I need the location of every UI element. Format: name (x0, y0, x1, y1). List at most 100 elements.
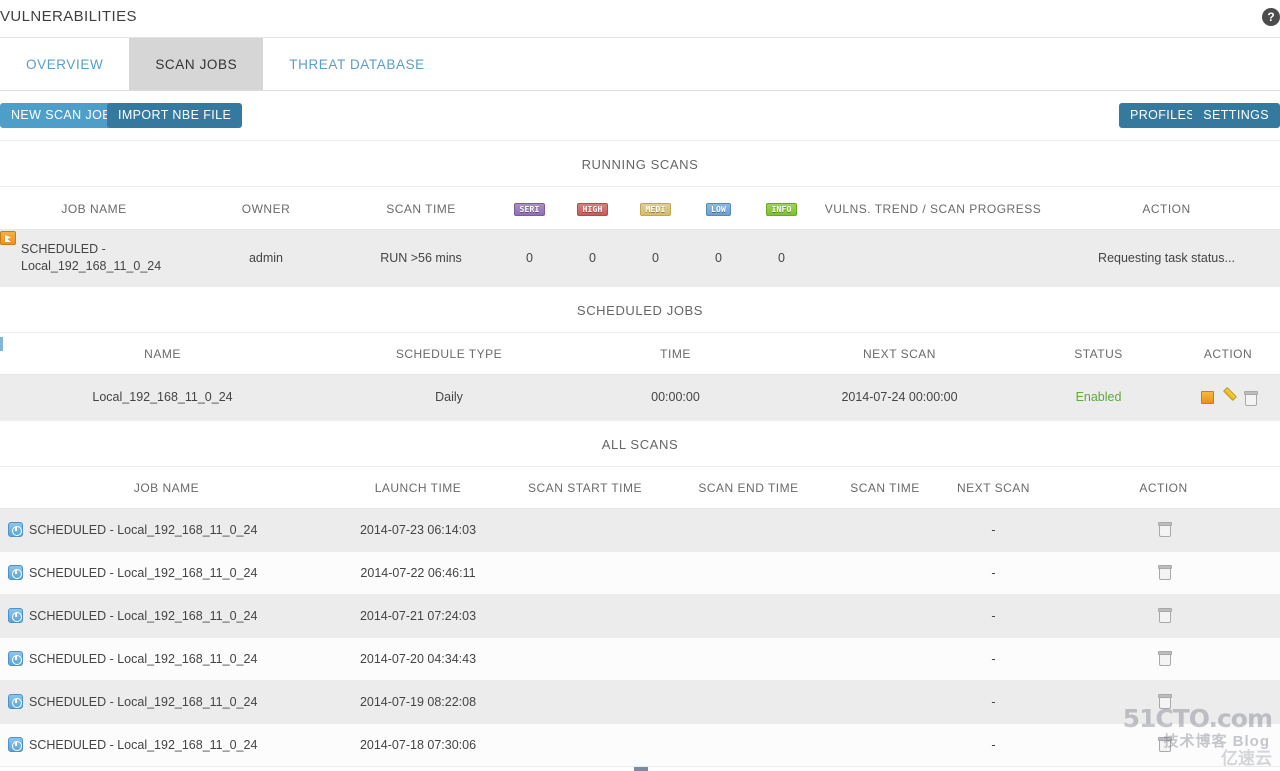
all-scan-start-time (503, 551, 667, 595)
all-scan-next-scan: - (940, 637, 1047, 681)
import-nbe-file-button[interactable]: IMPORT NBE FILE (107, 103, 243, 128)
all-scan-start-time (503, 594, 667, 638)
all-scan-action (1047, 508, 1280, 552)
tab-overview[interactable]: OVERVIEW (0, 38, 129, 90)
all-scan-next-scan: - (940, 508, 1047, 552)
all-scan-end-time (667, 508, 830, 552)
all-scan-end-time (667, 551, 830, 595)
clock-icon (8, 608, 23, 624)
all-scan-job-name-cell: SCHEDULED - Local_192_168_11_0_24 (0, 637, 333, 681)
running-count-medium: 0 (624, 229, 687, 287)
col-scan-time: SCAN TIME (344, 187, 498, 230)
running-action-status: Requesting task status... (1053, 229, 1280, 287)
table-row[interactable]: SCHEDULED - Local_192_168_11_0_24 admin … (0, 229, 1280, 287)
all-scan-job-name: SCHEDULED - Local_192_168_11_0_24 (29, 738, 258, 753)
scheduled-jobs-title: SCHEDULED JOBS (0, 286, 1280, 333)
tab-scan-jobs[interactable]: SCAN JOBS (129, 38, 264, 90)
all-scan-scan-time (830, 723, 940, 767)
scheduled-type: Daily (325, 374, 573, 421)
table-row[interactable]: SCHEDULED - Local_192_168_11_0_24 2014-0… (0, 508, 1280, 552)
all-scans-table: JOB NAME LAUNCH TIME SCAN START TIME SCA… (0, 466, 1280, 767)
col-action: ACTION (1053, 187, 1280, 230)
all-scan-end-time (667, 594, 830, 638)
all-scan-launch-time: 2014-07-22 06:46:11 (333, 551, 503, 595)
running-count-high: 0 (561, 229, 624, 287)
all-scan-launch-time: 2014-07-20 04:34:43 (333, 637, 503, 681)
all-scan-scan-time (830, 680, 940, 724)
table-row[interactable]: Local_192_168_11_0_24 Daily 00:00:00 201… (0, 374, 1280, 421)
running-count-serious: 0 (498, 229, 561, 287)
trash-icon[interactable] (1157, 564, 1172, 581)
help-question-icon[interactable]: ? (1262, 8, 1280, 26)
clock-icon (8, 651, 23, 667)
trash-icon[interactable] (1157, 607, 1172, 624)
table-header-row: NAME SCHEDULE TYPE TIME NEXT SCAN STATUS… (0, 332, 1280, 375)
table-row[interactable]: SCHEDULED - Local_192_168_11_0_24 2014-0… (0, 723, 1280, 767)
page-root: VULNERABILITIES ? OVERVIEW SCAN JOBS THR… (0, 0, 1280, 771)
all-scan-action (1047, 723, 1280, 767)
tab-threat-database[interactable]: THREAT DATABASE (263, 38, 451, 90)
col-owner: OWNER (188, 187, 344, 230)
col-severity-info: INFO (750, 187, 813, 230)
trash-icon[interactable] (1157, 693, 1172, 710)
running-count-info: 0 (750, 229, 813, 287)
trash-icon[interactable] (1157, 521, 1172, 538)
scheduled-time: 00:00:00 (573, 374, 778, 421)
running-owner: admin (188, 229, 344, 287)
severity-serious-badge: SERI (514, 203, 545, 216)
table-header-row: JOB NAME LAUNCH TIME SCAN START TIME SCA… (0, 466, 1280, 509)
running-scans-table: JOB NAME OWNER SCAN TIME SERI HIGH MEDI … (0, 187, 1280, 287)
all-scan-action (1047, 680, 1280, 724)
running-scan-time: RUN >56 mins (344, 229, 498, 287)
all-scan-scan-time (830, 637, 940, 681)
all-scan-action (1047, 594, 1280, 638)
edit-pencil-icon[interactable] (1222, 390, 1236, 404)
col-severity-low: LOW (687, 187, 750, 230)
all-scan-launch-time: 2014-07-19 08:22:08 (333, 680, 503, 724)
all-scan-end-time (667, 637, 830, 681)
all-scan-scan-time (830, 551, 940, 595)
all-scan-job-name-cell: SCHEDULED - Local_192_168_11_0_24 (0, 723, 333, 767)
table-row[interactable]: SCHEDULED - Local_192_168_11_0_24 2014-0… (0, 637, 1280, 681)
clock-icon (8, 565, 23, 581)
scheduled-next-scan: 2014-07-24 00:00:00 (778, 374, 1021, 421)
all-scan-launch-time: 2014-07-23 06:14:03 (333, 508, 503, 552)
col-launch-time: LAUNCH TIME (333, 466, 503, 509)
trash-icon[interactable] (1157, 736, 1172, 753)
table-row[interactable]: SCHEDULED - Local_192_168_11_0_24 2014-0… (0, 594, 1280, 638)
all-scan-end-time (667, 723, 830, 767)
scheduled-jobs-table: NAME SCHEDULE TYPE TIME NEXT SCAN STATUS… (0, 332, 1280, 421)
stop-icon[interactable] (1200, 390, 1214, 404)
col-status: STATUS (1021, 332, 1176, 375)
running-job-name-line1: SCHEDULED - (21, 242, 106, 256)
all-scan-job-name-cell: SCHEDULED - Local_192_168_11_0_24 (0, 680, 333, 724)
action-bar: NEW SCAN JOB IMPORT NBE FILE PROFILES SE… (0, 91, 1280, 141)
clock-icon (8, 694, 23, 710)
col-vulns-trend: VULNS. TREND / SCAN PROGRESS (813, 187, 1053, 230)
all-scan-start-time (503, 508, 667, 552)
scheduled-name: Local_192_168_11_0_24 (0, 374, 325, 421)
col-scan-end-time: SCAN END TIME (667, 466, 830, 509)
table-row[interactable]: SCHEDULED - Local_192_168_11_0_24 2014-0… (0, 680, 1280, 724)
trash-icon[interactable] (1157, 650, 1172, 667)
col-next-scan: NEXT SCAN (940, 466, 1047, 509)
all-scan-end-time (667, 680, 830, 724)
settings-button[interactable]: SETTINGS (1192, 103, 1280, 128)
left-edge-marker (0, 336, 3, 351)
all-scan-next-scan: - (940, 594, 1047, 638)
all-scan-scan-time (830, 594, 940, 638)
col-severity-medium: MEDI (624, 187, 687, 230)
all-scan-action (1047, 637, 1280, 681)
all-scan-job-name: SCHEDULED - Local_192_168_11_0_24 (29, 609, 258, 624)
table-row[interactable]: SCHEDULED - Local_192_168_11_0_24 2014-0… (0, 551, 1280, 595)
all-scans-title: ALL SCANS (0, 420, 1280, 467)
new-scan-job-button[interactable]: NEW SCAN JOB (0, 103, 122, 128)
scheduled-actions (1176, 374, 1280, 421)
trash-icon[interactable] (1243, 390, 1258, 407)
tab-bar: OVERVIEW SCAN JOBS THREAT DATABASE (0, 38, 1280, 91)
table-header-row: JOB NAME OWNER SCAN TIME SERI HIGH MEDI … (0, 187, 1280, 230)
all-scan-job-name-cell: SCHEDULED - Local_192_168_11_0_24 (0, 551, 333, 595)
scroll-indicator (634, 767, 648, 771)
all-scan-launch-time: 2014-07-21 07:24:03 (333, 594, 503, 638)
running-job-name-cell: SCHEDULED - Local_192_168_11_0_24 (0, 229, 188, 287)
